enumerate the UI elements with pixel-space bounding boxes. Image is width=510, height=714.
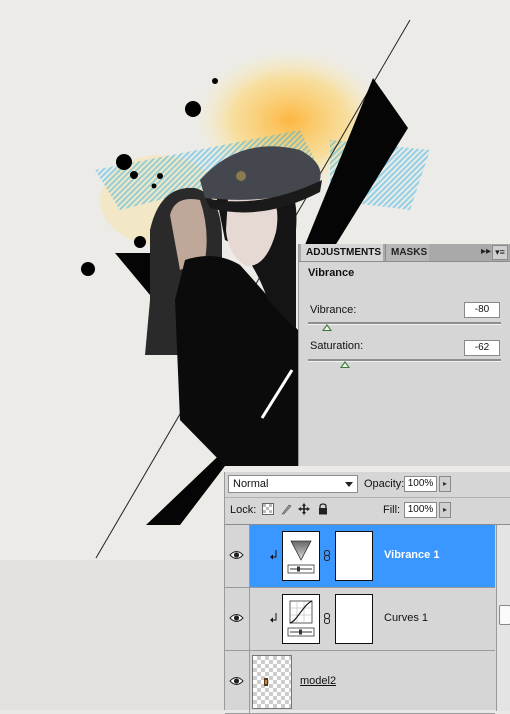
layer-row-curves[interactable]: Curves 1 [225, 588, 495, 651]
tab-masks[interactable]: MASKS [385, 244, 429, 261]
layers-scrollbar[interactable] [496, 525, 510, 711]
visibility-toggle[interactable] [225, 525, 250, 587]
visibility-toggle[interactable] [225, 651, 250, 713]
vibrance-label: Vibrance: [310, 304, 357, 316]
vibrance-slider-thumb[interactable] [322, 324, 333, 331]
layer-list: Vibrance 1 Curves 1 model2 [225, 524, 510, 714]
adjustments-panel: ADJUSTMENTS MASKS ▸▸ ▾≡ Vibrance Vibranc… [298, 244, 510, 466]
lock-position-icon[interactable] [298, 503, 310, 515]
saturation-slider-thumb[interactable] [339, 361, 350, 368]
opacity-input[interactable]: 100% [404, 476, 437, 492]
clipping-mask-arrow-icon [270, 550, 277, 560]
layer-thumbnail[interactable] [252, 655, 292, 709]
layer-row-model2[interactable]: model2 [225, 651, 495, 714]
saturation-label: Saturation: [310, 340, 364, 352]
vibrance-adjustment-icon[interactable] [282, 531, 320, 581]
chevron-down-icon [345, 482, 353, 487]
vibrance-value-input[interactable]: -80 [464, 302, 500, 318]
opacity-stepper-button[interactable]: ▸ [439, 476, 451, 492]
layer-mask-thumbnail[interactable] [335, 531, 373, 581]
panel-menu-icon[interactable]: ▾≡ [492, 245, 508, 260]
clipping-mask-arrow-icon [270, 613, 277, 623]
tab-adjustments[interactable]: ADJUSTMENTS [301, 244, 383, 261]
scrollbar-thumb[interactable] [499, 605, 510, 625]
visibility-toggle[interactable] [225, 588, 250, 650]
layer-mask-thumbnail[interactable] [335, 594, 373, 644]
lock-image-pixels-icon[interactable] [280, 503, 292, 515]
curves-adjustment-icon[interactable] [282, 594, 320, 644]
link-icon[interactable] [323, 613, 331, 624]
eye-icon[interactable] [229, 612, 244, 624]
link-icon[interactable] [323, 550, 331, 561]
eye-icon[interactable] [229, 675, 244, 687]
saturation-slider-track[interactable] [308, 359, 501, 368]
adjustments-tab-bar: ADJUSTMENTS MASKS ▸▸ ▾≡ [299, 244, 510, 262]
lock-label: Lock: [230, 504, 257, 516]
eye-icon[interactable] [229, 549, 244, 561]
layers-panel: Normal Opacity: 100% ▸ Lock: Fill: 100% … [224, 472, 510, 714]
layer-row-vibrance[interactable]: Vibrance 1 [225, 525, 495, 588]
blend-mode-select[interactable]: Normal [228, 475, 358, 493]
layer-name[interactable]: model2 [300, 675, 336, 687]
divider [225, 497, 510, 498]
saturation-value-input[interactable]: -62 [464, 340, 500, 356]
opacity-label: Opacity: [364, 478, 405, 490]
fill-stepper-button[interactable]: ▸ [439, 502, 451, 518]
fill-label: Fill: [383, 504, 401, 516]
fill-input[interactable]: 100% [404, 502, 437, 518]
blend-mode-value: Normal [233, 478, 269, 490]
layer-name[interactable]: Vibrance 1 [384, 549, 439, 561]
layer-name[interactable]: Curves 1 [384, 612, 428, 624]
vibrance-slider-track[interactable] [308, 322, 501, 331]
collapse-panel-icon[interactable]: ▸▸ [481, 246, 491, 257]
lock-transparent-pixels-icon[interactable] [262, 503, 274, 515]
adjustment-title: Vibrance [308, 267, 355, 279]
lock-all-icon[interactable] [317, 503, 329, 515]
